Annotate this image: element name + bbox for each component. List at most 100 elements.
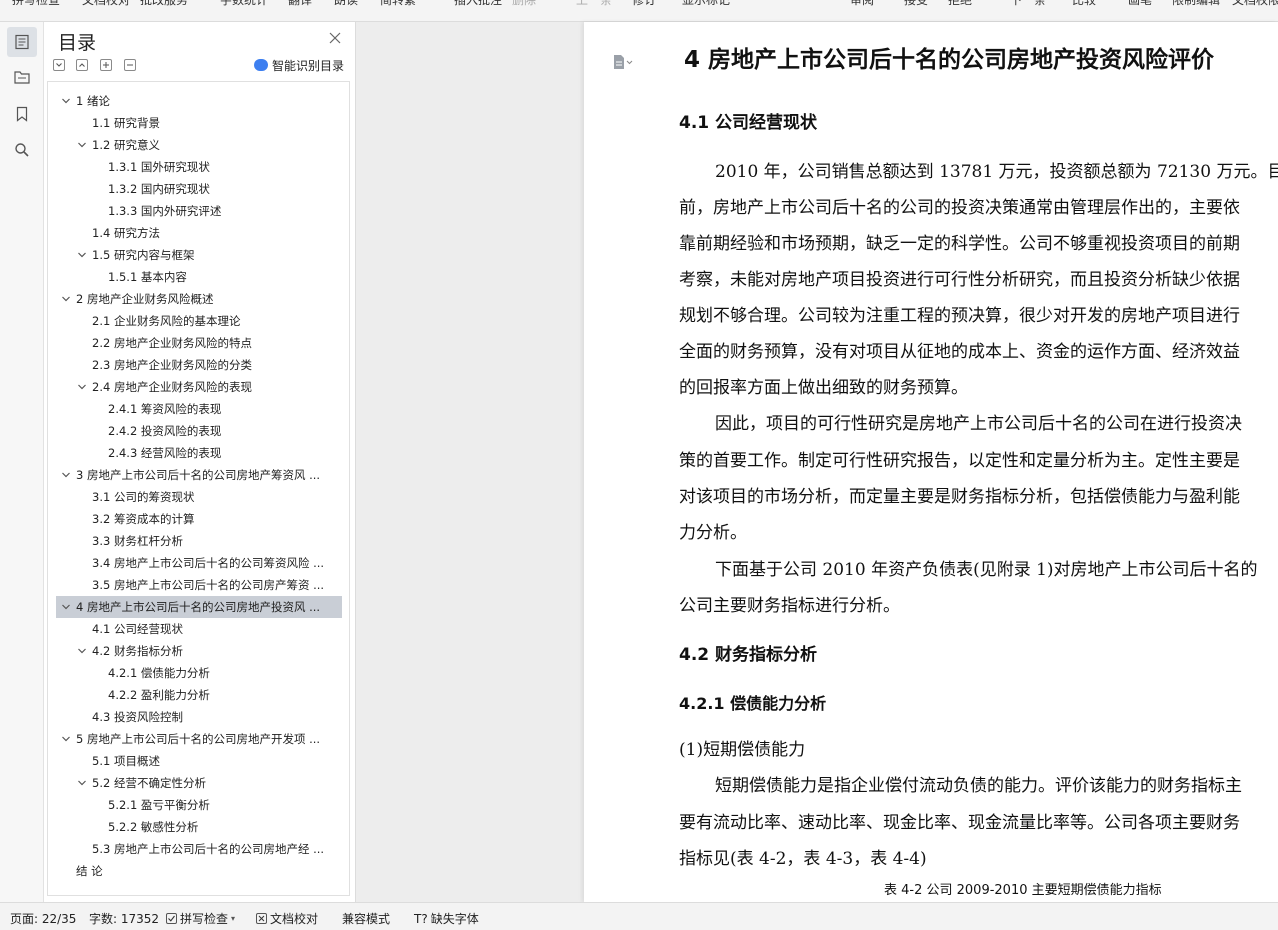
toc-item[interactable]: 1.5.1 基本内容 bbox=[56, 266, 342, 288]
toolbar-show-markup[interactable]: 显示标记 bbox=[682, 0, 730, 8]
toc-item[interactable]: 2.4 房地产企业财务风险的表现 bbox=[56, 376, 342, 398]
toc-item[interactable]: 1.3.3 国内外研究评述 bbox=[56, 200, 342, 222]
expand-all-icon[interactable] bbox=[53, 59, 65, 71]
toolbar-convert[interactable]: 简转繁 bbox=[380, 0, 416, 8]
collapse-all-icon[interactable] bbox=[76, 59, 88, 71]
toc-icon[interactable] bbox=[7, 27, 37, 57]
toc-item-label: 2.4.2 投资风险的表现 bbox=[108, 424, 222, 438]
word-count[interactable]: 字数: 17352 bbox=[89, 910, 159, 927]
toc-item-label: 5.3 房地产上市公司后十名的公司房地产经 ... bbox=[92, 842, 325, 856]
chevron-down-icon[interactable] bbox=[60, 90, 72, 112]
chevron-down-icon[interactable] bbox=[76, 640, 88, 662]
toolbar-previous[interactable]: 上一条 bbox=[576, 0, 612, 8]
toc-item[interactable]: 2.4.1 筹资风险的表现 bbox=[56, 398, 342, 420]
bookmark-icon[interactable] bbox=[7, 99, 37, 129]
toc-item[interactable]: 1.3.1 国外研究现状 bbox=[56, 156, 342, 178]
toolbar-spellcheck[interactable]: 拼写检查 bbox=[12, 0, 60, 8]
toc-item[interactable]: 1.2 研究意义 bbox=[56, 134, 342, 156]
chevron-down-icon[interactable] bbox=[76, 376, 88, 398]
toc-item[interactable]: 2.4.2 投资风险的表现 bbox=[56, 420, 342, 442]
toolbar-insert-comment[interactable]: 插入批注 bbox=[454, 0, 502, 8]
toolbar-accept[interactable]: 接受 bbox=[904, 0, 928, 8]
toc-item[interactable]: 3 房地产上市公司后十名的公司房地产筹资风 ... bbox=[56, 464, 342, 486]
paragraph-line: 公司主要财务指标进行分析。 bbox=[679, 596, 900, 616]
page-options-icon[interactable] bbox=[612, 54, 634, 70]
toc-item[interactable]: 4.2.1 偿债能力分析 bbox=[56, 662, 342, 684]
toc-item[interactable]: 结 论 bbox=[56, 860, 342, 882]
toc-item[interactable]: 5.3 房地产上市公司后十名的公司房地产经 ... bbox=[56, 838, 342, 860]
chapter-heading: 4 房地产上市公司后十名的公司房地产投资风险评价 bbox=[684, 47, 1215, 73]
page-indicator[interactable]: 页面: 22/35 bbox=[10, 910, 76, 927]
toolbar-revise[interactable]: 修订 bbox=[632, 0, 656, 8]
toolbar-next[interactable]: 下一条 bbox=[1010, 0, 1046, 8]
toc-item[interactable]: 5.2.1 盈亏平衡分析 bbox=[56, 794, 342, 816]
toolbar-translate[interactable]: 翻译 bbox=[288, 0, 312, 8]
chevron-down-icon[interactable] bbox=[76, 772, 88, 794]
toc-item[interactable]: 5.2 经营不确定性分析 bbox=[56, 772, 342, 794]
toc-item[interactable]: 4.3 投资风险控制 bbox=[56, 706, 342, 728]
navigation-icon[interactable] bbox=[7, 62, 37, 92]
toolbar-proofread[interactable]: 文档校对 bbox=[82, 0, 130, 8]
toolbar-permission[interactable]: 文档权限 bbox=[1232, 0, 1278, 8]
toolbar-delete[interactable]: 删除 bbox=[512, 0, 536, 8]
toc-item[interactable]: 1 绪论 bbox=[56, 90, 342, 112]
toolbar-reject[interactable]: 拒绝 bbox=[948, 0, 972, 8]
toc-item[interactable]: 2 房地产企业财务风险概述 bbox=[56, 288, 342, 310]
toc-item[interactable]: 2.4.3 经营风险的表现 bbox=[56, 442, 342, 464]
toolbar-review[interactable]: 审阅 bbox=[850, 0, 874, 8]
proofread-status[interactable]: 文档校对 bbox=[256, 910, 318, 927]
toc-item[interactable]: 2.2 房地产企业财务风险的特点 bbox=[56, 332, 342, 354]
toc-item[interactable]: 3.1 公司的筹资现状 bbox=[56, 486, 342, 508]
toc-item[interactable]: 4 房地产上市公司后十名的公司房地产投资风 ... bbox=[56, 596, 342, 618]
toolbar-read-aloud[interactable]: 朗读 bbox=[334, 0, 358, 8]
chevron-down-icon[interactable] bbox=[60, 464, 72, 486]
close-icon[interactable] bbox=[328, 30, 344, 46]
remove-entry-icon[interactable] bbox=[124, 59, 136, 71]
search-icon[interactable] bbox=[7, 135, 37, 165]
toc-item-label: 4.1 公司经营现状 bbox=[92, 622, 183, 636]
chevron-down-icon[interactable] bbox=[76, 134, 88, 156]
toolbar-wordcount[interactable]: 字数统计 bbox=[220, 0, 268, 8]
toc-item-label: 5.2.2 敏感性分析 bbox=[108, 820, 199, 834]
toc-item[interactable]: 2.3 房地产企业财务风险的分类 bbox=[56, 354, 342, 376]
chevron-down-icon[interactable] bbox=[60, 288, 72, 310]
spellcheck-status[interactable]: 拼写检查 ▾ bbox=[166, 910, 235, 927]
paragraph-line: 规划不够合理。公司较为注重工程的预决算，很少对开发的房地产项目进行 bbox=[679, 306, 1240, 326]
document-page[interactable]: 4 房地产上市公司后十名的公司房地产投资风险评价 4.1 公司经营现状 2010… bbox=[584, 22, 1278, 902]
compat-mode[interactable]: 兼容模式 bbox=[342, 910, 390, 927]
toc-item[interactable]: 4.2.2 盈利能力分析 bbox=[56, 684, 342, 706]
toc-item[interactable]: 1.1 研究背景 bbox=[56, 112, 342, 134]
toc-item[interactable]: 3.3 财务杠杆分析 bbox=[56, 530, 342, 552]
paragraph-line: 考察，未能对房地产项目投资进行可行性分析研究，而且投资分析缺少依据 bbox=[679, 270, 1240, 290]
chevron-down-icon: ▾ bbox=[231, 914, 236, 923]
toc-item[interactable]: 4.2 财务指标分析 bbox=[56, 640, 342, 662]
add-entry-icon[interactable] bbox=[100, 59, 112, 71]
toc-item[interactable]: 5.1 项目概述 bbox=[56, 750, 342, 772]
missing-font-status[interactable]: T? 缺失字体 bbox=[414, 910, 479, 927]
chevron-down-icon[interactable] bbox=[60, 728, 72, 750]
toc-item-label: 2 房地产企业财务风险概述 bbox=[76, 292, 214, 306]
toc-item[interactable]: 3.4 房地产上市公司后十名的公司筹资风险 ... bbox=[56, 552, 342, 574]
toc-item[interactable]: 1.3.2 国内研究现状 bbox=[56, 178, 342, 200]
toolbar-correction[interactable]: 批改服务 bbox=[140, 0, 188, 8]
smart-robot-icon bbox=[254, 59, 268, 71]
toolbar-pen[interactable]: 画笔 bbox=[1128, 0, 1152, 8]
toc-item[interactable]: 3.2 筹资成本的计算 bbox=[56, 508, 342, 530]
chevron-down-icon[interactable] bbox=[76, 244, 88, 266]
section-heading-4-2: 4.2 财务指标分析 bbox=[679, 645, 818, 665]
toc-item-label: 4 房地产上市公司后十名的公司房地产投资风 ... bbox=[76, 600, 321, 614]
toolbar-compare[interactable]: 比较 bbox=[1072, 0, 1096, 8]
chevron-down-icon[interactable] bbox=[60, 596, 72, 618]
paragraph-line: 要有流动比率、速动比率、现金比率、现金流量比率等。公司各项主要财务 bbox=[679, 813, 1240, 833]
toc-item[interactable]: 1.5 研究内容与框架 bbox=[56, 244, 342, 266]
toc-item[interactable]: 1.4 研究方法 bbox=[56, 222, 342, 244]
toc-item-label: 3.4 房地产上市公司后十名的公司筹资风险 ... bbox=[92, 556, 325, 570]
toc-item[interactable]: 5.2.2 敏感性分析 bbox=[56, 816, 342, 838]
smart-toc-button[interactable]: 智能识别目录 bbox=[254, 57, 344, 73]
toc-item-label: 2.3 房地产企业财务风险的分类 bbox=[92, 358, 252, 372]
toc-item[interactable]: 4.1 公司经营现状 bbox=[56, 618, 342, 640]
toc-item[interactable]: 5 房地产上市公司后十名的公司房地产开发项 ... bbox=[56, 728, 342, 750]
toc-item[interactable]: 3.5 房地产上市公司后十名的公司房产筹资 ... bbox=[56, 574, 342, 596]
toolbar-restrict-edit[interactable]: 限制编辑 bbox=[1172, 0, 1220, 8]
toc-item[interactable]: 2.1 企业财务风险的基本理论 bbox=[56, 310, 342, 332]
